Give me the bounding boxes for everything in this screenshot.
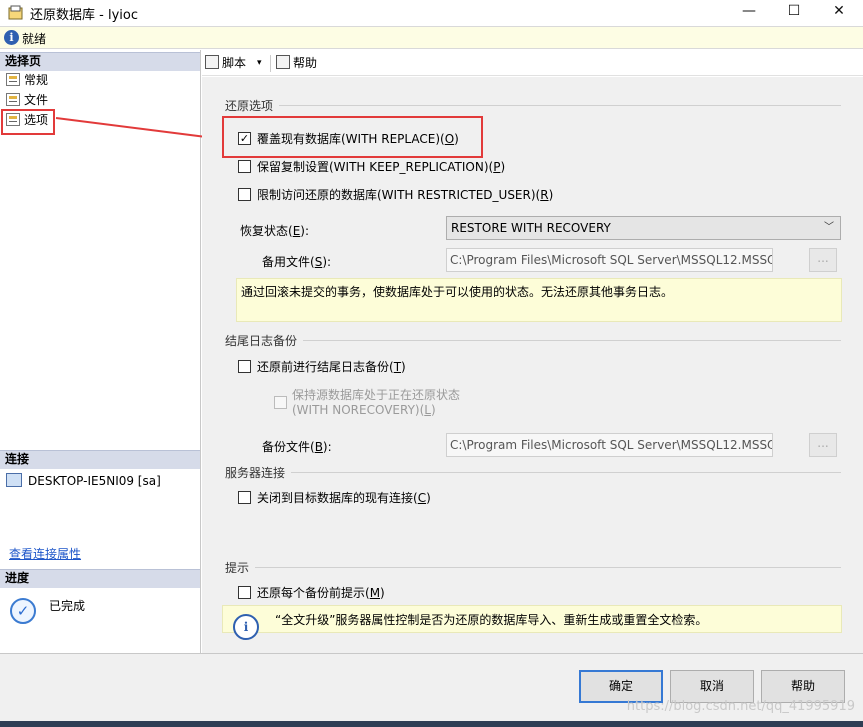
keep-replication-label[interactable]: 保留复制设置(WITH KEEP_REPLICATION)(P) (257, 158, 505, 175)
completed-icon: ✓ (10, 598, 36, 624)
restricted-user-label[interactable]: 限制访问还原的数据库(WITH RESTRICTED_USER)(R) (257, 186, 553, 203)
keep-restoring-checkbox[interactable] (274, 396, 287, 409)
script-icon (205, 55, 219, 69)
close-button[interactable]: ✕ (817, 0, 861, 24)
progress-header: 进度 (0, 569, 200, 588)
help-label: 帮助 (293, 56, 318, 70)
overwrite-option-highlight (222, 116, 483, 158)
options-page-highlight (1, 109, 55, 135)
group-divider (291, 472, 841, 473)
connection-item: DESKTOP-IE5NI09 [sa] (6, 473, 161, 488)
script-dropdown-arrow[interactable]: ▾ (257, 55, 262, 72)
select-page-header: 选择页 (0, 52, 200, 71)
standby-file-label: 备用文件(S): (262, 255, 332, 269)
backup-file-browse-button[interactable]: ... (809, 433, 837, 457)
info-icon: i (4, 30, 19, 45)
page-item-general[interactable]: 常规 (6, 71, 166, 89)
view-connection-properties-link[interactable]: 查看连接属性 (9, 545, 81, 562)
minimize-button[interactable]: — (727, 0, 771, 24)
close-connections-label[interactable]: 关闭到目标数据库的现有连接(C) (257, 489, 431, 506)
tail-log-backup-label[interactable]: 还原前进行结尾日志备份(T) (257, 358, 406, 375)
close-connections-checkbox[interactable] (238, 491, 251, 504)
page-icon (6, 93, 20, 106)
recovery-info-box: 通过回滚未提交的事务，使数据库处于可以使用的状态。无法还原其他事务日志。 (236, 278, 842, 322)
chevron-down-icon: ﹀ (824, 222, 834, 233)
group-divider (255, 567, 841, 568)
prompt-title: 提示 (225, 561, 250, 575)
info-icon: i (233, 614, 259, 640)
fulltext-info-text: “全文升级”服务器属性控制是否为还原的数据库导入、重新生成或重置全文检索。 (275, 613, 708, 627)
script-label: 脚本 (222, 56, 247, 70)
group-divider (279, 105, 841, 106)
progress-status: 已完成 (49, 599, 86, 613)
help-toolbar-button[interactable]: 帮助 (276, 55, 317, 72)
keep-replication-checkbox[interactable] (238, 160, 251, 173)
fulltext-info-box: i “全文升级”服务器属性控制是否为还原的数据库导入、重新生成或重置全文检索。 (222, 605, 842, 640)
restricted-user-checkbox[interactable] (238, 188, 251, 201)
prompt-before-checkbox[interactable] (238, 586, 251, 599)
maximize-button[interactable]: ☐ (772, 0, 816, 24)
watermark-text: https://blog.csdn.net/qq_41995919 (626, 699, 855, 714)
standby-file-browse-button[interactable]: ... (809, 248, 837, 272)
script-button[interactable]: 脚本 (205, 55, 246, 72)
tail-log-title: 结尾日志备份 (225, 334, 298, 348)
prompt-before-label[interactable]: 还原每个备份前提示(M) (257, 584, 385, 601)
keep-restoring-label-2: (WITH NORECOVERY)(L) (292, 403, 436, 417)
page-item-files[interactable]: 文件 (6, 91, 166, 109)
help-icon (276, 55, 290, 69)
page-label: 文件 (24, 93, 49, 107)
server-icon (6, 473, 22, 487)
page-icon (6, 73, 20, 86)
status-bar: i 就绪 (0, 26, 863, 49)
annotation-arrow-icon (55, 117, 222, 144)
backup-file-input[interactable]: C:\Program Files\Microsoft SQL Server\MS… (446, 433, 773, 457)
recovery-state-value: RESTORE WITH RECOVERY (451, 221, 611, 235)
restore-options-title: 还原选项 (225, 99, 274, 113)
connection-label: DESKTOP-IE5NI09 [sa] (28, 474, 161, 488)
standby-file-input[interactable]: C:\Program Files\Microsoft SQL Server\MS… (446, 248, 773, 272)
dialog-button-bar: 确定 取消 帮助 https://blog.csdn.net/qq_419959… (0, 653, 863, 727)
recovery-info-text: 通过回滚未提交的事务，使数据库处于可以使用的状态。无法还原其他事务日志。 (241, 285, 674, 299)
status-text: 就绪 (22, 32, 47, 46)
backup-file-label: 备份文件(B): (262, 440, 332, 454)
tail-log-backup-checkbox[interactable] (238, 360, 251, 373)
page-label: 常规 (24, 73, 49, 87)
connection-header: 连接 (0, 450, 200, 469)
title-bar: 还原数据库 - lyioc — ☐ ✕ (0, 0, 863, 26)
toolbar: 脚本 ▾ 帮助 (202, 50, 863, 76)
app-icon (8, 5, 24, 21)
window-title: 还原数据库 - lyioc (30, 8, 138, 23)
keep-restoring-label-1: 保持源数据库处于正在还原状态 (292, 388, 461, 402)
toolbar-separator (270, 55, 271, 72)
group-divider (303, 340, 841, 341)
server-connection-title: 服务器连接 (225, 466, 286, 480)
taskbar-strip (0, 721, 863, 727)
recovery-state-label: 恢复状态(E): (240, 224, 310, 238)
recovery-state-select[interactable]: RESTORE WITH RECOVERY ﹀ (446, 216, 841, 240)
options-panel: 还原选项 ✓ 覆盖现有数据库(WITH REPLACE)(O) 保留复制设置(W… (202, 77, 863, 653)
